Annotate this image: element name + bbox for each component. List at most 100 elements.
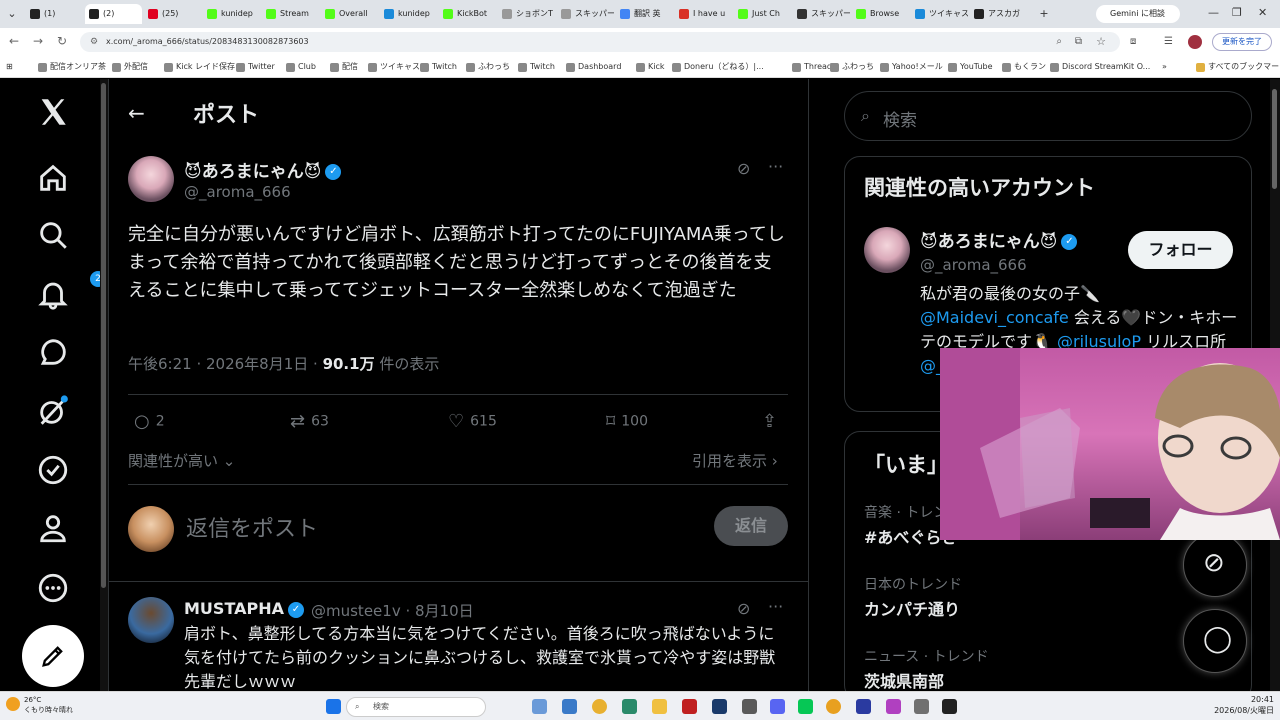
bookmark-item[interactable]: ふわっち: [466, 60, 510, 74]
my-avatar[interactable]: [128, 506, 174, 552]
view-quotes-link[interactable]: 引用を表示 ›: [692, 450, 778, 471]
bookmark-item[interactable]: Doneru（どねる）|...: [672, 60, 764, 74]
steam-icon[interactable]: [712, 699, 727, 714]
back-nav-icon[interactable]: ←: [6, 34, 22, 48]
more-circle-icon[interactable]: [36, 571, 70, 605]
bookmark-item[interactable]: 配信オンリア茶: [38, 60, 106, 74]
share-action[interactable]: ⇪: [762, 411, 783, 432]
verified-orgs-icon[interactable]: [36, 453, 70, 487]
sort-dropdown[interactable]: 関連性が高い ⌄: [128, 450, 235, 471]
reading-list-icon[interactable]: ☰: [1164, 36, 1173, 47]
post-views[interactable]: 90.1万: [323, 355, 375, 373]
maximize-icon[interactable]: ❐: [1232, 6, 1242, 19]
bookmark-item[interactable]: Yahoo!メール: [880, 60, 943, 74]
repost-action[interactable]: ⇄ 63: [290, 411, 329, 432]
compose-post-button[interactable]: [22, 625, 84, 687]
bookmark-item[interactable]: YouTube: [948, 60, 993, 74]
search-bar[interactable]: ⌕ 検索: [844, 91, 1252, 141]
terminal-icon[interactable]: [942, 699, 957, 714]
minimize-icon[interactable]: —: [1208, 6, 1219, 19]
line-icon[interactable]: [798, 699, 813, 714]
settings-gear-icon[interactable]: [914, 699, 929, 714]
grok-icon[interactable]: [36, 394, 70, 428]
task-view-icon[interactable]: [562, 699, 577, 714]
gemini-button[interactable]: Gemini に相談: [1096, 5, 1180, 23]
copilot-icon[interactable]: [532, 699, 547, 714]
bookmark-item[interactable]: Discord StreamKit O...: [1050, 60, 1150, 74]
taskbar-search[interactable]: ⌕ 検索: [346, 697, 486, 717]
trend-item[interactable]: 茨城県南部: [864, 668, 944, 692]
browser-tab[interactable]: (2): [85, 4, 142, 24]
right-scroll-thumb[interactable]: [1272, 89, 1277, 189]
browser-tab[interactable]: KickBot: [439, 4, 496, 24]
reply-submit-button[interactable]: 返信: [714, 506, 788, 546]
bookmark-item[interactable]: ふわっち: [830, 60, 874, 74]
site-info-icon[interactable]: ⚙: [90, 32, 98, 52]
author-avatar[interactable]: [128, 156, 174, 202]
browser-tab[interactable]: ツイキャス: [911, 4, 968, 24]
more-options-icon[interactable]: ···: [768, 597, 783, 616]
browser-tab[interactable]: (25): [144, 4, 201, 24]
author-handle[interactable]: @_aroma_666: [184, 183, 291, 201]
reload-icon[interactable]: ↻: [54, 34, 70, 48]
zoom-icon[interactable]: ⌕: [1056, 32, 1062, 52]
browser-tab[interactable]: I have u: [675, 4, 732, 24]
app-icon[interactable]: [826, 699, 841, 714]
tab-search-icon[interactable]: ⌄: [2, 4, 22, 24]
left-scroll-thumb[interactable]: [101, 83, 106, 588]
app-icon[interactable]: [856, 699, 871, 714]
browser-tab[interactable]: Browse: [852, 4, 909, 24]
address-bar[interactable]: ⚙ x.com/_aroma_666/status/20834831300828…: [80, 32, 1120, 52]
browser-tab[interactable]: kunidep: [380, 4, 437, 24]
new-tab-button[interactable]: +: [1034, 4, 1054, 24]
bookmark-item[interactable]: Dashboard: [566, 60, 621, 74]
related-name[interactable]: 😈あろまにゃん😈 ✓: [920, 227, 1078, 252]
browser-tab[interactable]: Stream: [262, 4, 319, 24]
reply-author-name[interactable]: MUSTAPHA ✓: [184, 599, 304, 618]
x-logo-icon[interactable]: [36, 95, 70, 129]
chrome-icon[interactable]: [592, 699, 607, 714]
extensions-icon[interactable]: ⧈: [1130, 36, 1136, 47]
bookmarks-overflow-icon[interactable]: »: [1162, 60, 1167, 74]
browser-tab[interactable]: Just Ch: [734, 4, 791, 24]
like-action[interactable]: ♡ 615: [448, 411, 497, 432]
discord-icon[interactable]: [770, 699, 785, 714]
forward-nav-icon[interactable]: →: [30, 34, 46, 48]
browser-tab[interactable]: スキッパー: [793, 4, 850, 24]
browser-tab[interactable]: (1): [26, 4, 83, 24]
more-options-icon[interactable]: ···: [768, 157, 783, 176]
messages-fab-button[interactable]: ◯: [1183, 609, 1247, 673]
notifications-bell-icon[interactable]: 2: [36, 271, 106, 311]
bookmark-item[interactable]: Kick レイド保存: [164, 60, 235, 74]
browser-tab[interactable]: Overall: [321, 4, 378, 24]
app-icon[interactable]: [742, 699, 757, 714]
messages-bubble-icon[interactable]: [36, 335, 70, 369]
taskbar-clock[interactable]: 20:41 2026/08/火曜日: [1198, 694, 1274, 716]
bookmark-item[interactable]: もくラン: [1002, 60, 1046, 74]
browser-tab[interactable]: アスカガ: [970, 4, 1027, 24]
browser-tab[interactable]: ショボンT: [498, 4, 555, 24]
close-window-icon[interactable]: ✕: [1258, 6, 1267, 19]
profile-avatar[interactable]: [1188, 35, 1202, 49]
grok-explain-icon[interactable]: ⊘: [737, 159, 750, 178]
bookmark-action[interactable]: ⌑ 100: [606, 411, 648, 432]
trend-item[interactable]: カンパチ通り: [864, 596, 960, 620]
app-icon[interactable]: [622, 699, 637, 714]
related-handle[interactable]: @_aroma_666: [920, 256, 1027, 274]
bookmark-item[interactable]: ツイキャス: [368, 60, 420, 74]
author-name[interactable]: 😈あろまにゃん😈 ✓: [184, 157, 342, 182]
apps-grid-icon[interactable]: ⊞: [6, 60, 13, 74]
weather-widget[interactable]: 26°C くもり時々晴れ: [6, 695, 73, 715]
bookmark-item[interactable]: Kick: [636, 60, 665, 74]
profile-person-icon[interactable]: [36, 511, 70, 545]
home-icon[interactable]: [36, 161, 70, 195]
follow-button[interactable]: フォロー: [1128, 231, 1233, 269]
related-avatar[interactable]: [864, 227, 910, 273]
recorder-icon[interactable]: [682, 699, 697, 714]
bookmark-item[interactable]: Club: [286, 60, 316, 74]
bookmark-item[interactable]: Twitter: [236, 60, 275, 74]
start-windows-icon[interactable]: [326, 699, 341, 714]
all-bookmarks[interactable]: すべてのブックマーク: [1196, 60, 1280, 74]
browser-tab[interactable]: kunidep: [203, 4, 260, 24]
post-time[interactable]: 午後6:21 · 2026年8月1日 ·: [128, 355, 323, 373]
